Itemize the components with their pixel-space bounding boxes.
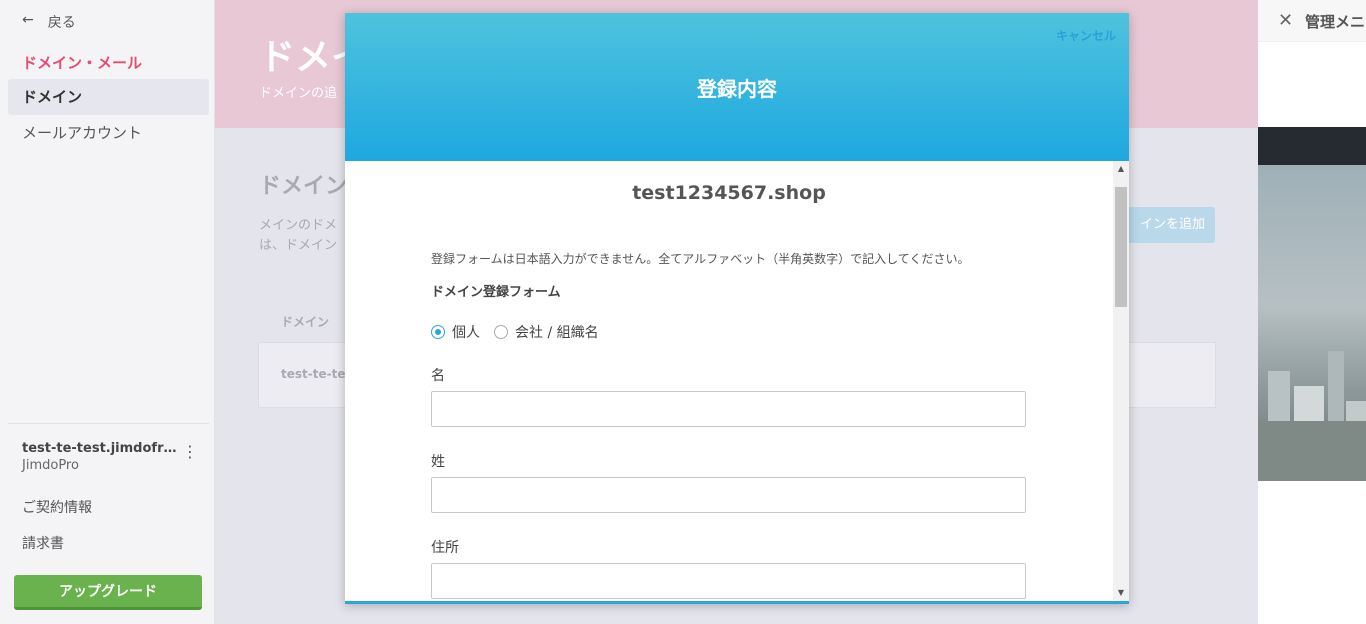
back-label: 戻る [47,15,76,31]
admin-menu-panel: ✕ 管理メニ [1258,0,1366,624]
form-notice: 登録フォームは日本語入力ができません。全てアルファベット（半角英数字）で記入して… [431,252,970,266]
cancel-button[interactable]: キャンセル [1056,27,1116,44]
site-name: test-te-test.jimdofree.com [22,441,177,456]
section-description: メインのドメ は、ドメイン [259,218,338,253]
add-domain-button[interactable]: インを追加 [1127,207,1215,243]
close-icon[interactable]: ✕ [1278,10,1293,31]
address-label: 住所 [431,540,459,556]
more-options-icon[interactable]: ⋮ [182,444,198,460]
scrollbar-thumb[interactable] [1115,187,1127,307]
last-name-field[interactable] [431,477,1026,513]
first-name-field[interactable] [431,391,1026,427]
table-header: ドメイン [281,315,330,329]
page-subtitle: ドメインの追 [259,86,338,101]
modal-scrollbar[interactable]: ▲ ▼ [1113,161,1129,601]
radio-organization[interactable] [494,325,508,339]
section-title: ドメイン・メール [22,54,143,72]
radio-individual-label[interactable]: 個人 [452,322,480,342]
address-field[interactable] [431,563,1026,599]
admin-menu-header: ✕ 管理メニ [1258,0,1366,42]
section-heading: ドメイン [259,174,348,199]
upgrade-button[interactable]: アップグレード [14,575,202,610]
form-title: ドメイン登録フォーム [431,285,561,300]
first-name-label: 名 [431,368,445,384]
table-row[interactable]: test-te-tes [281,367,353,381]
back-link[interactable]: ← 戻る [22,12,76,32]
dark-banner [1258,127,1366,165]
sidebar: ← 戻る ドメイン・メール ドメイン メールアカウント test-te-test… [0,0,215,624]
modal-title: 登録内容 [697,77,777,101]
sidebar-item-domain[interactable]: ドメイン [8,79,209,115]
modal-header: キャンセル 登録内容 [345,13,1129,161]
radio-individual[interactable] [431,325,445,339]
last-name-label: 姓 [431,454,445,470]
entity-type-radio-group: 個人 会社 / 組織名 [431,322,613,342]
site-plan: JimdoPro [22,458,79,473]
scroll-down-icon[interactable]: ▼ [1113,585,1129,601]
city-image [1258,165,1366,481]
registration-modal: キャンセル 登録内容 test1234567.shop 登録フォームは日本語入力… [345,13,1129,604]
scroll-up-icon[interactable]: ▲ [1113,161,1129,177]
sidebar-item-mail-account[interactable]: メールアカウント [8,115,209,151]
radio-organization-label[interactable]: 会社 / 組織名 [515,322,599,342]
domain-name: test1234567.shop [632,182,826,204]
modal-body: test1234567.shop 登録フォームは日本語入力ができません。全てアル… [345,161,1113,601]
divider [8,423,209,424]
sidebar-link-contract[interactable]: ご契約情報 [22,497,92,517]
arrow-left-icon: ← [22,12,34,28]
sidebar-link-invoice[interactable]: 請求書 [22,533,64,553]
admin-menu-title: 管理メニ [1305,13,1366,31]
